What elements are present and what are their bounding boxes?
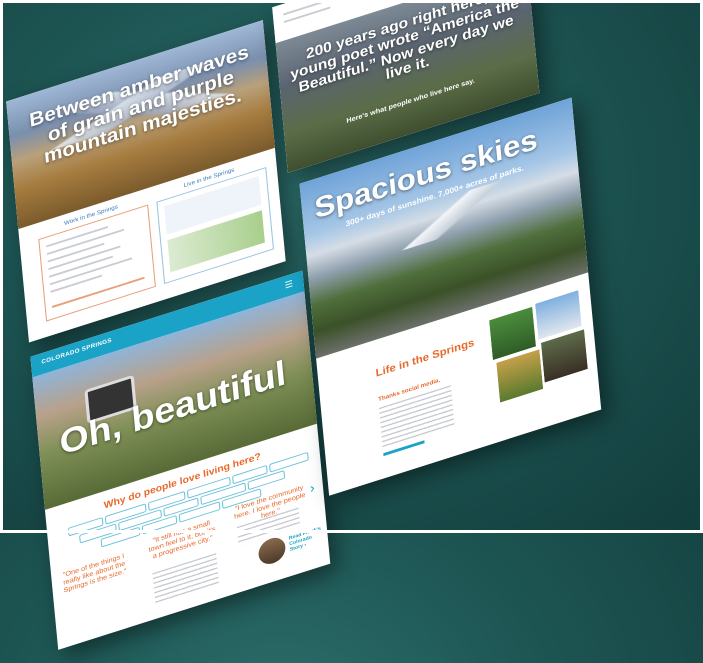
page-spacious-skies: Spacious skies 300+ days of sunshine. 7,…: [299, 97, 602, 496]
read-story-link[interactable]: Read Frank's Colorado Story ›: [289, 525, 327, 553]
hamburger-icon[interactable]: ☰: [284, 278, 293, 291]
quote-left: "One of the things I really like about t…: [62, 553, 127, 595]
chevron-right-icon[interactable]: ›: [309, 479, 315, 496]
avatar: [257, 534, 287, 568]
work-panel: [38, 204, 156, 322]
live-panel: [156, 167, 274, 285]
quote-body-middle: [152, 553, 220, 606]
mockup-scene: Between amber waves of grain and purple …: [0, 0, 703, 650]
hero-headline: Between amber waves of grain and purple …: [28, 41, 250, 168]
section-title: Life in the Springs: [375, 336, 475, 380]
